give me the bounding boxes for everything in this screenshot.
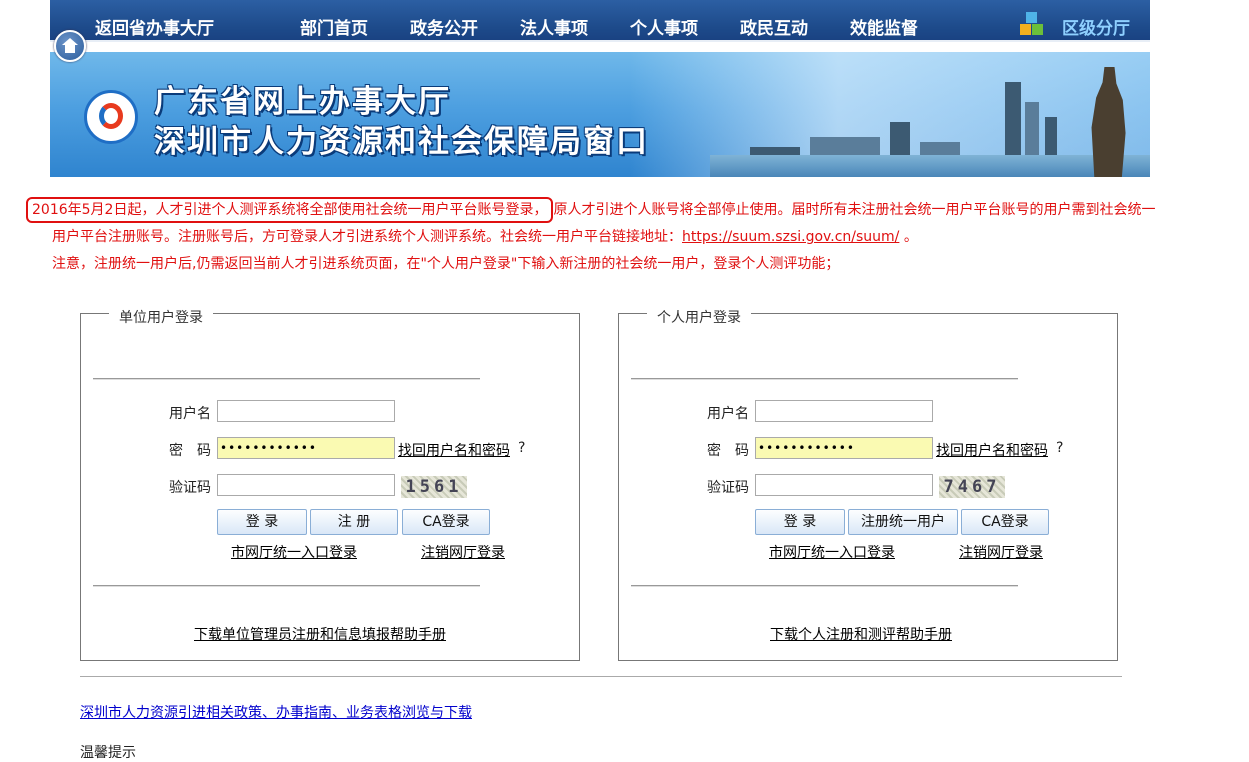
- forgot-text: 找回用户名和密码: [936, 443, 1048, 459]
- forgot-qmark: ?: [1056, 440, 1064, 456]
- nav-supervision[interactable]: 效能监督: [850, 14, 918, 39]
- personal-manual-link[interactable]: 下载个人注册和测评帮助手册: [770, 624, 952, 644]
- personal-login-legend: 个人用户登录: [647, 307, 751, 327]
- personal-logout-link[interactable]: 注销网厅登录: [945, 542, 1057, 562]
- unit-captcha-input[interactable]: [217, 474, 395, 496]
- banner-water: [710, 155, 1150, 177]
- nav-back-province[interactable]: 返回省办事大厅: [95, 14, 214, 39]
- nav-legal-matters[interactable]: 法人事项: [520, 14, 588, 39]
- personal-login-button[interactable]: 登 录: [755, 509, 845, 535]
- unit-register-button[interactable]: 注 册: [310, 509, 398, 535]
- divider: [631, 378, 1018, 380]
- divider: [93, 585, 480, 587]
- personal-register-button[interactable]: 注册统一用户: [848, 509, 958, 535]
- district-cube-icon: [1020, 12, 1044, 36]
- unit-captcha-image[interactable]: 1561: [401, 476, 467, 498]
- portal-logo-icon: [84, 90, 138, 144]
- nav-dept-home[interactable]: 部门首页: [300, 14, 368, 39]
- nav-gov-open[interactable]: 政务公开: [410, 14, 478, 39]
- unit-logout-link[interactable]: 注销网厅登录: [407, 542, 519, 562]
- notice-text: 2016年5月2日起，人才引进个人测评系统将全部使用社会统一用户平台账号登录，原…: [26, 197, 1162, 278]
- unit-city-login-link[interactable]: 市网厅统一入口登录: [217, 542, 371, 562]
- unit-login-panel: 单位用户登录 用户名 密 码 找回用户名和密码 ? 验证码 1561 登 录 注…: [80, 307, 580, 661]
- personal-password-input[interactable]: [755, 437, 933, 459]
- unit-login-button[interactable]: 登 录: [217, 509, 307, 535]
- username-label: 用户名: [169, 406, 211, 422]
- suum-link[interactable]: https://suum.szsi.gov.cn/suum/: [682, 229, 899, 245]
- personal-captcha-image[interactable]: 7467: [939, 476, 1005, 498]
- password-label: 密 码: [169, 443, 211, 459]
- personal-ca-login-button[interactable]: CA登录: [961, 509, 1049, 535]
- personal-captcha-input[interactable]: [755, 474, 933, 496]
- personal-username-input[interactable]: [755, 400, 933, 422]
- nav-district-hall[interactable]: 区级分厅: [1062, 14, 1130, 39]
- forgot-text: 找回用户名和密码: [398, 443, 510, 459]
- banner-title: 广东省网上办事大厅: [154, 84, 451, 120]
- divider: [631, 585, 1018, 587]
- notice-highlight: 2016年5月2日起，人才引进个人测评系统将全部使用社会统一用户平台账号登录，: [26, 197, 554, 223]
- unit-password-input[interactable]: [217, 437, 395, 459]
- notice-end: 。: [899, 229, 918, 245]
- unit-manual-link[interactable]: 下载单位管理员注册和信息填报帮助手册: [194, 624, 446, 644]
- nav-personal-matters[interactable]: 个人事项: [630, 14, 698, 39]
- nav-interaction[interactable]: 政民互动: [740, 14, 808, 39]
- unit-login-legend: 单位用户登录: [109, 307, 213, 327]
- notice-line3: 注意，注册统一用户后,仍需返回当前人才引进系统页面，在"个人用户登录"下输入新注…: [52, 256, 840, 272]
- password-label: 密 码: [707, 443, 749, 459]
- home-icon[interactable]: [54, 30, 86, 62]
- tips-heading: 温馨提示: [80, 745, 136, 761]
- policy-download-link[interactable]: 深圳市人力资源引进相关政策、办事指南、业务表格浏览与下载: [80, 702, 472, 722]
- personal-city-login-link[interactable]: 市网厅统一入口登录: [755, 542, 909, 562]
- unit-ca-login-button[interactable]: CA登录: [402, 509, 490, 535]
- personal-login-panel: 个人用户登录 用户名 密 码 找回用户名和密码 ? 验证码 7467 登 录 注…: [618, 307, 1118, 661]
- personal-forgot-link[interactable]: 找回用户名和密码: [936, 440, 1048, 460]
- top-nav: 返回省办事大厅 部门首页 政务公开 法人事项 个人事项 政民互动 效能监督 区级…: [50, 0, 1150, 62]
- unit-forgot-link[interactable]: 找回用户名和密码: [398, 440, 510, 460]
- forgot-qmark: ?: [518, 440, 526, 456]
- username-label: 用户名: [707, 406, 749, 422]
- divider: [80, 676, 1122, 677]
- captcha-label: 验证码: [169, 480, 211, 496]
- header-banner: 广东省网上办事大厅 深圳市人力资源和社会保障局窗口: [50, 52, 1150, 177]
- divider: [93, 378, 480, 380]
- banner-subtitle: 深圳市人力资源和社会保障局窗口: [154, 124, 649, 160]
- unit-username-input[interactable]: [217, 400, 395, 422]
- captcha-label: 验证码: [707, 480, 749, 496]
